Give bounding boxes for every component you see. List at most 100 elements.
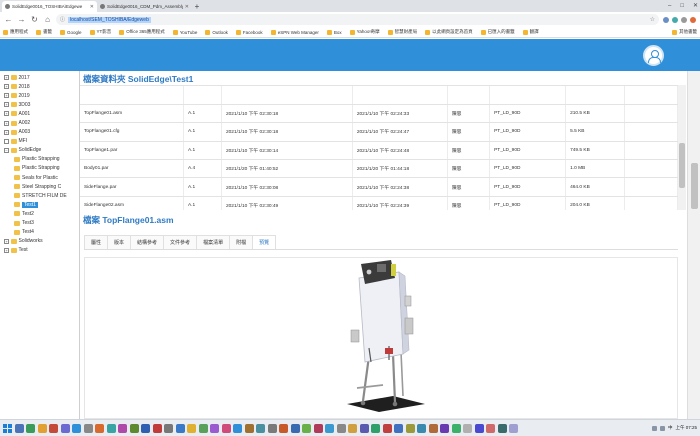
taskbar-app-icon[interactable] — [474, 423, 484, 433]
windows-start-icon[interactable] — [3, 423, 12, 433]
taskbar-app-icon[interactable] — [175, 423, 185, 433]
bookmark-item[interactable]: eSPN Web Manager — [270, 29, 319, 35]
collapse-icon[interactable]: − — [4, 147, 9, 153]
bookmark-item[interactable]: 書籤 — [36, 29, 52, 35]
minimize-icon[interactable]: – — [668, 0, 671, 12]
table-row[interactable]: TopFlange01.asm A.1 2021/1/10 下午 02:30:18 2… — [80, 104, 678, 124]
browser-tab-0[interactable]: SolidEdge0016_TOSHIBA\Edgewe ✕ — [2, 1, 97, 12]
tree-node[interactable]: Plastic Strapping — [0, 155, 79, 164]
tab-4[interactable]: 檔案清單 — [196, 235, 231, 249]
tree-node[interactable]: STRETCH FILM DE — [0, 191, 79, 200]
expand-icon[interactable]: + — [4, 129, 9, 135]
expand-icon[interactable]: + — [4, 120, 9, 126]
taskbar-app-icon[interactable] — [371, 423, 380, 433]
page-scrollbar-thumb[interactable] — [691, 163, 698, 209]
taskbar-app-icon[interactable] — [394, 423, 403, 433]
taskbar-app-icon[interactable] — [267, 423, 277, 433]
taskbar-app-icon[interactable] — [129, 423, 139, 433]
tab-3[interactable]: 文件參考 — [163, 235, 198, 249]
taskbar-app-icon[interactable] — [486, 423, 495, 433]
table-row[interactable]: TopFlange1.par A.1 2021/1/10 下午 02:30:14 20… — [80, 141, 678, 161]
taskbar-app-icon[interactable] — [152, 423, 162, 433]
tree-node[interactable]: Plastic Strapping — [0, 164, 79, 173]
bookmark-item[interactable]: 已匯入的書籤 — [480, 29, 515, 35]
tree-node[interactable]: − SolidEdge — [0, 146, 79, 155]
extension-icon[interactable] — [672, 16, 678, 23]
expand-icon[interactable] — [4, 138, 9, 144]
table-row[interactable]: Body01.par A.4 2021/1/20 下午 01:40:52 2021/1… — [80, 159, 678, 179]
expand-icon[interactable]: + — [4, 93, 9, 99]
back-icon[interactable]: ← — [4, 15, 13, 24]
tree-node[interactable]: +2019 — [0, 91, 79, 100]
taskbar-app-icon[interactable] — [325, 423, 334, 433]
tree-node[interactable]: + Solidworks — [0, 237, 79, 246]
tree-node[interactable]: + A001 — [0, 109, 79, 118]
tree-node[interactable]: + Test — [0, 246, 79, 255]
expand-icon[interactable]: + — [4, 75, 9, 81]
tab-6[interactable]: 預覽 — [252, 235, 277, 249]
page-scrollbar[interactable] — [687, 71, 700, 419]
taskbar-app-icon[interactable] — [49, 423, 58, 433]
taskbar-app-icon[interactable] — [336, 423, 346, 433]
taskbar-app-icon[interactable] — [417, 423, 426, 433]
taskbar-app-icon[interactable] — [95, 423, 104, 433]
expand-icon[interactable]: + — [4, 102, 9, 108]
new-tab-button[interactable]: + — [192, 1, 202, 12]
volume-icon[interactable] — [659, 425, 665, 431]
bookmark-item[interactable]: Outlook — [205, 29, 228, 35]
address-bar[interactable]: ⓘ localhost/SEM_TOSHIBA/Edgeweb ☆ — [56, 14, 659, 25]
taskbar-app-icon[interactable] — [509, 423, 518, 433]
bookmark-item[interactable]: YT影音 — [89, 29, 111, 35]
close-window-icon[interactable]: ✕ — [693, 0, 698, 12]
tab-5[interactable]: 附檔 — [229, 235, 254, 249]
bookmark-item[interactable]: Google — [60, 29, 82, 35]
bookmark-item[interactable]: Office 365應用程式 — [119, 29, 165, 35]
browser-tab-1[interactable]: SolidEdge0016_CDM_Pdm_Assembly ✕ — [97, 1, 192, 12]
bookmark-item[interactable]: 智慧財產局 — [387, 29, 417, 35]
taskbar-app-icon[interactable] — [164, 423, 173, 433]
table-row[interactable]: SideFlange.par A.1 2021/1/10 下午 02:30:08 20… — [80, 177, 678, 197]
expand-icon[interactable]: + — [4, 247, 9, 253]
bookmark-item[interactable]: YouTube — [172, 29, 197, 35]
tab-close-icon[interactable]: ✕ — [90, 4, 94, 10]
tab-1[interactable]: 版本 — [107, 235, 132, 249]
bookmark-item[interactable]: 應用程式 — [3, 29, 28, 35]
taskbar-app-icon[interactable] — [497, 423, 507, 433]
taskbar-app-icon[interactable] — [187, 423, 196, 433]
taskbar-app-icon[interactable] — [244, 423, 254, 433]
taskbar-app-icon[interactable] — [83, 423, 93, 433]
forward-icon[interactable]: → — [17, 15, 26, 24]
taskbar-app-icon[interactable] — [382, 423, 392, 433]
tree-node[interactable]: MFI — [0, 137, 79, 146]
expand-icon[interactable]: + — [4, 238, 9, 244]
bookmark-star-icon[interactable]: ☆ — [650, 16, 655, 23]
table-row[interactable]: TopFlange01.cfg A.1 2021/1/10 下午 02:30:18 2… — [80, 122, 678, 142]
taskbar-app-icon[interactable] — [359, 423, 369, 433]
taskbar-app-icon[interactable] — [451, 423, 461, 433]
home-icon[interactable]: ⌂ — [43, 15, 52, 24]
taskbar-app-icon[interactable] — [302, 423, 311, 433]
table-row[interactable] — [80, 86, 678, 105]
taskbar-app-icon[interactable] — [290, 423, 300, 433]
taskbar-app-icon[interactable] — [221, 423, 231, 433]
tree-node[interactable]: +3D03 — [0, 100, 79, 109]
tree-node[interactable]: Test2 — [0, 209, 79, 218]
expand-icon[interactable]: + — [4, 111, 9, 117]
taskbar-app-icon[interactable] — [463, 423, 472, 433]
taskbar-app-icon[interactable] — [256, 423, 265, 433]
taskbar-app-icon[interactable] — [118, 423, 127, 433]
taskbar-app-icon[interactable] — [37, 423, 47, 433]
taskbar-app-icon[interactable] — [210, 423, 219, 433]
taskbar-app-icon[interactable] — [14, 423, 24, 433]
tree-node[interactable]: Test4 — [0, 228, 79, 237]
taskbar-app-icon[interactable] — [313, 423, 323, 433]
tree-node[interactable]: Seals for Plastic — [0, 173, 79, 182]
taskbar-app-icon[interactable] — [141, 423, 150, 433]
table-scrollbar[interactable] — [678, 85, 686, 210]
tree-node[interactable]: Test1 — [0, 200, 79, 209]
tree-node[interactable]: +2018 — [0, 82, 79, 91]
taskbar-app-icon[interactable] — [26, 423, 35, 433]
taskbar-app-icon[interactable] — [440, 423, 449, 433]
tab-0[interactable]: 屬性 — [84, 235, 109, 249]
clock-text[interactable]: 上午 07:25 — [675, 425, 697, 431]
